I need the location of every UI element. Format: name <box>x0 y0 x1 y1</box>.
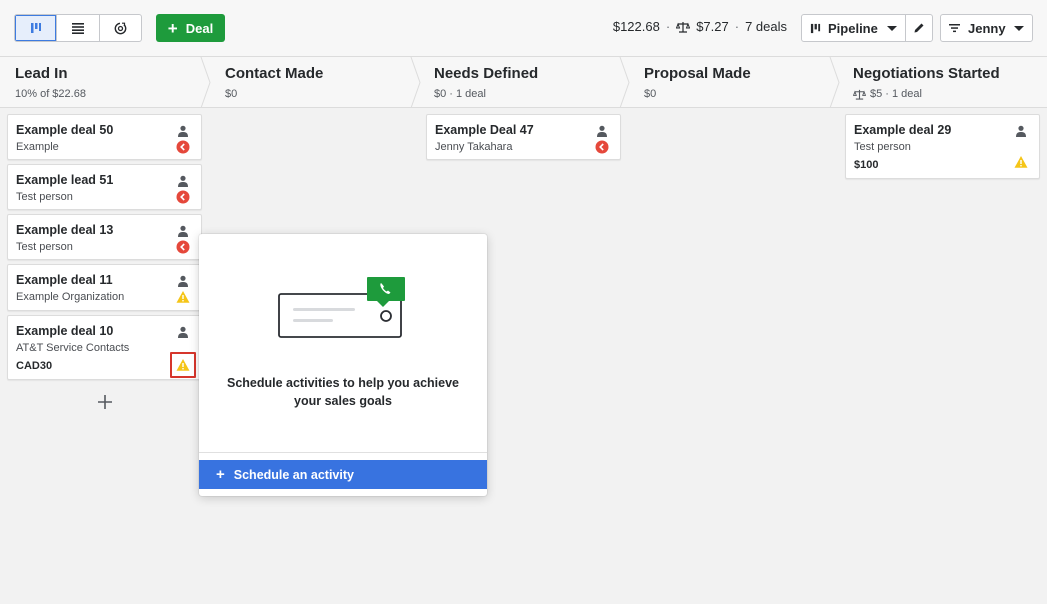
person-icon <box>178 326 188 338</box>
warning-icon[interactable] <box>1014 155 1028 169</box>
edit-pipeline-button[interactable] <box>905 14 933 42</box>
deal-card[interactable]: Example Deal 47 Jenny Takahara <box>426 114 621 160</box>
divider <box>199 452 487 453</box>
list-icon <box>71 23 84 34</box>
kanban-icon <box>810 23 821 33</box>
overdue-activity-icon[interactable] <box>176 190 190 204</box>
deal-title: Example deal 50 <box>16 123 114 137</box>
deal-contact: Example <box>16 141 59 153</box>
deal-card[interactable]: Example deal 29 Test person $100 <box>845 114 1040 179</box>
stage-title: Contact Made <box>225 65 324 82</box>
stage-summary: 10% of $22.68 <box>15 88 86 100</box>
stage-lead-in: Lead In 10% of $22.68 <box>0 57 211 108</box>
person-icon <box>597 125 607 137</box>
deal-title: Example Deal 47 <box>435 123 534 137</box>
stage-summary: $5 · 1 deal <box>853 88 922 100</box>
deal-title: Example deal 29 <box>854 123 952 137</box>
list-view-button[interactable] <box>57 15 100 41</box>
forecast-view-button[interactable] <box>100 15 141 41</box>
deal-contact: Test person <box>16 241 73 253</box>
deal-value: CAD30 <box>16 360 53 372</box>
plus-icon <box>98 395 112 409</box>
overdue-activity-icon[interactable] <box>176 140 190 154</box>
filter-icon <box>949 24 960 33</box>
forecast-icon <box>114 21 127 34</box>
deal-contact: AT&T Service Contacts <box>16 342 130 354</box>
kanban-icon <box>30 23 41 33</box>
pencil-icon <box>914 23 924 33</box>
stage-summary: $0 <box>644 88 657 100</box>
stage-title: Needs Defined <box>434 65 539 82</box>
schedule-activity-button[interactable]: + Schedule an activity <box>199 460 487 489</box>
warning-icon[interactable] <box>176 290 190 304</box>
overdue-activity-icon[interactable] <box>595 140 609 154</box>
stage-proposal-made: Proposal Made $0 <box>629 57 840 108</box>
deal-card[interactable]: Example deal 13 Test person <box>7 214 202 260</box>
schedule-activity-popover: Schedule activities to help you achieve … <box>199 234 487 496</box>
total-value: $122.68 <box>612 19 660 34</box>
plus-icon: + <box>167 18 178 38</box>
add-deal-to-stage-button[interactable] <box>95 392 115 412</box>
deal-count: 7 deals <box>745 19 787 34</box>
add-deal-label: Deal <box>185 20 214 36</box>
scale-icon <box>676 21 691 33</box>
stage-contact-made: Contact Made $0 <box>210 57 421 108</box>
deal-contact: Test person <box>16 191 73 203</box>
person-icon <box>178 175 188 187</box>
top-toolbar: + Deal $122.68 · $7.27 · 7 deals Pipelin… <box>0 0 1047 57</box>
scale-icon <box>853 89 866 100</box>
stage-title: Lead In <box>15 65 68 82</box>
overdue-activity-icon[interactable] <box>176 240 190 254</box>
pipeline-label: Pipeline <box>828 20 878 36</box>
deal-card[interactable]: Example lead 51 Test person <box>7 164 202 210</box>
activity-illustration <box>278 277 405 338</box>
stage-header-row: Lead In 10% of $22.68 Contact Made $0 Ne… <box>0 57 1047 108</box>
weighted-value: $7.27 <box>696 19 729 34</box>
person-icon <box>178 225 188 237</box>
stage-title: Negotiations Started <box>853 65 1000 82</box>
stage-needs-defined: Needs Defined $0 · 1 deal <box>419 57 630 108</box>
schedule-activity-label: Schedule an activity <box>233 467 354 482</box>
stage-negotiations-started: Negotiations Started $5 · 1 deal <box>838 57 1047 108</box>
deal-title: Example deal 11 <box>16 273 113 287</box>
add-deal-button[interactable]: + Deal <box>156 14 225 42</box>
person-icon <box>178 275 188 287</box>
deal-contact: Jenny Takahara <box>435 141 513 153</box>
deal-contact: Example Organization <box>16 291 125 303</box>
plus-icon: + <box>216 466 225 483</box>
pipeline-view-button[interactable] <box>15 15 58 41</box>
person-icon <box>178 125 188 137</box>
deal-card[interactable]: Example deal 10 AT&T Service Contacts CA… <box>7 315 202 380</box>
deal-title: Example deal 13 <box>16 223 114 237</box>
deal-title: Example deal 10 <box>16 324 114 338</box>
pipeline-selector[interactable]: Pipeline <box>801 14 906 42</box>
deal-value: $100 <box>854 159 879 171</box>
stage-title: Proposal Made <box>644 65 751 82</box>
stage-summary: $0 · 1 deal <box>434 88 486 100</box>
chevron-down-icon <box>1014 25 1024 31</box>
person-icon <box>1016 125 1026 137</box>
popover-message: Schedule activities to help you achieve … <box>226 376 460 408</box>
chevron-down-icon <box>887 25 897 31</box>
deal-contact: Test person <box>854 141 911 153</box>
stage-summary: $0 <box>225 88 238 100</box>
deal-card[interactable]: Example deal 50 Example <box>7 114 202 160</box>
deal-title: Example lead 51 <box>16 173 114 187</box>
pipeline-summary: $122.68 · $7.27 · 7 deals <box>612 19 787 34</box>
user-filter-label: Jenny <box>968 20 1006 36</box>
deal-card[interactable]: Example deal 11 Example Organization <box>7 264 202 311</box>
user-filter[interactable]: Jenny <box>940 14 1033 42</box>
view-switcher <box>14 14 142 42</box>
selected-status-highlight <box>170 352 196 378</box>
